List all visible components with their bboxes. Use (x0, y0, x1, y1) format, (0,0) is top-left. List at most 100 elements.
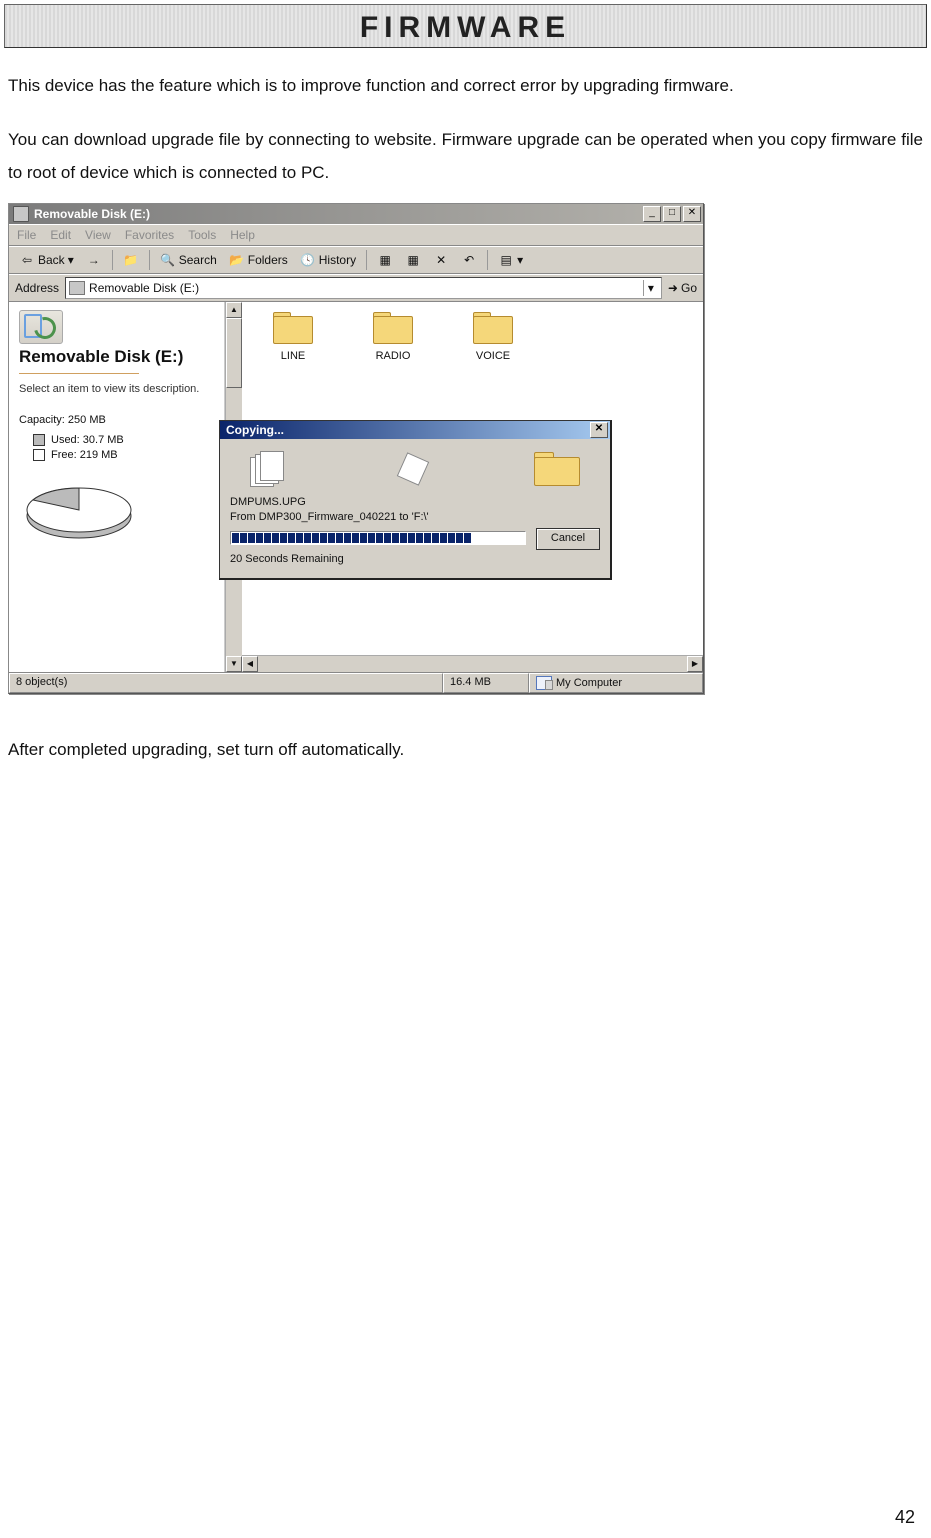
progress-bar (230, 531, 526, 545)
up-button[interactable]: 📁 (119, 251, 143, 269)
chevron-down-icon: ▾ (517, 253, 523, 267)
intro-paragraph-2: You can download upgrade file by connect… (8, 124, 923, 189)
from-prefix: From (230, 511, 256, 523)
maximize-button[interactable]: □ (663, 206, 681, 222)
go-icon: ➜ (668, 281, 678, 295)
swatch-used-icon (33, 434, 45, 446)
scroll-down-icon[interactable]: ▼ (226, 656, 242, 672)
moveto-button[interactable]: ▦ (373, 251, 397, 269)
disk-icon (13, 206, 29, 222)
folder-icon (273, 312, 313, 344)
to-path: 'F:\' (412, 511, 429, 523)
close-button[interactable]: ✕ (683, 206, 701, 222)
delete-button[interactable]: ✕ (429, 251, 453, 269)
search-button[interactable]: 🔍Search (156, 251, 221, 269)
status-size: 16.4 MB (443, 673, 529, 693)
status-location-label: My Computer (556, 677, 622, 689)
source-dents … (250, 451, 292, 487)
drive-logo-icon (19, 310, 63, 344)
history-button[interactable]: 🕓History (296, 251, 360, 269)
delete-icon: ✕ (433, 252, 449, 268)
copyto-button[interactable]: ▦ (401, 251, 425, 269)
moveto-icon: ▦ (377, 252, 393, 268)
from-path: DMP300_Firmware_040221 (259, 511, 397, 523)
used-label: Used: 30.7 MB (51, 434, 124, 446)
copy-remaining: 20 Seconds Remaining (230, 553, 600, 565)
folders-icon: 📂 (229, 252, 245, 268)
folders-button[interactable]: 📂Folders (225, 251, 292, 269)
my-computer-icon (536, 676, 552, 690)
undo-button[interactable]: ↶ (457, 251, 481, 269)
folder-label: VOICE (476, 350, 510, 362)
closing-paragraph: After completed upgrading, set turn off … (8, 734, 923, 766)
toolbar-sep (149, 250, 150, 270)
folder-voice[interactable]: VOICE (458, 312, 528, 362)
status-location: My Computer (529, 673, 703, 693)
forward-button[interactable]: → (82, 251, 106, 269)
copy-dialog-titlebar[interactable]: Copying... ✕ (220, 421, 610, 439)
menu-help[interactable]: Help (230, 228, 255, 242)
copy-path: From DMP300_Firmware_040221 to 'F:\' (230, 511, 600, 523)
search-label: Search (179, 253, 217, 267)
menu-file[interactable]: File (17, 228, 36, 242)
folders-label: Folders (248, 253, 288, 267)
views-icon: ▤ (498, 252, 514, 268)
copy-filename: DMPUMS.UPG (230, 496, 600, 508)
cancel-button[interactable]: Cancel (536, 528, 600, 550)
to-prefix: to (399, 511, 408, 523)
explorer-statusbar: 8 object(s) 16.4 MB My Computer (9, 672, 703, 693)
address-input[interactable]: Removable Disk (E:) ▾ (65, 277, 662, 299)
copy-animation (230, 445, 600, 493)
back-icon: ⇦ (19, 252, 35, 268)
sidebar-title: Removable Disk (E:) (19, 348, 214, 367)
history-icon: 🕓 (300, 252, 316, 268)
page-title: FIRMWARE (360, 11, 571, 44)
scroll-left-icon[interactable]: ◀ (242, 656, 258, 672)
undo-icon: ↶ (461, 252, 477, 268)
up-icon: 📁 (123, 252, 139, 268)
go-button[interactable]: ➜ Go (668, 281, 697, 295)
copy-dialog: Copying... ✕ DMPUMS.UPG From DMP300_Firm… (219, 420, 612, 580)
folder-radio[interactable]: RADIO (358, 312, 428, 362)
folder-line[interactable]: LINE (258, 312, 328, 362)
menu-view[interactable]: View (85, 228, 111, 242)
explorer-titlebar[interactable]: Removable Disk (E:) _ □ ✕ (9, 204, 703, 224)
dest-folder-icon (534, 452, 580, 486)
address-label: Address (15, 281, 59, 295)
scroll-up-icon[interactable]: ▲ (226, 302, 242, 318)
folder-label: RADIO (376, 350, 411, 362)
explorer-title: Removable Disk (E:) (34, 207, 643, 221)
forward-icon: → (86, 252, 102, 268)
legend-free: Free: 219 MB (33, 449, 214, 461)
copy-dialog-title: Copying... (226, 423, 590, 437)
views-button[interactable]: ▤▾ (494, 251, 527, 269)
content-hscrollbar[interactable]: ◀ ▶ (242, 655, 703, 672)
dialog-close-button[interactable]: ✕ (590, 422, 608, 438)
swatch-free-icon (33, 449, 45, 461)
explorer-window: Removable Disk (E:) _ □ ✕ File Edit View… (8, 203, 704, 694)
menu-edit[interactable]: Edit (50, 228, 71, 242)
back-button[interactable]: ⇦ Back ▾ (15, 251, 78, 269)
menu-favorites[interactable]: Favorites (125, 228, 174, 242)
pie-chart-icon (19, 482, 139, 544)
menu-tools[interactable]: Tools (188, 228, 216, 242)
scroll-right-icon[interactable]: ▶ (687, 656, 703, 672)
sidebar-panel: Removable Disk (E:) Select an item to vi… (9, 302, 225, 672)
intro-paragraph-1: This device has the feature which is to … (8, 70, 923, 102)
address-bar: Address Removable Disk (E:) ▾ ➜ Go (9, 274, 703, 302)
folder-icon (373, 312, 413, 344)
flying-doc-icon (397, 452, 430, 486)
sidebar-desc: Select an item to view its description. (19, 382, 214, 396)
address-value: Removable Disk (E:) (89, 281, 639, 295)
toolbar-sep (487, 250, 488, 270)
scroll-thumb[interactable] (226, 318, 242, 388)
minimize-button[interactable]: _ (643, 206, 661, 222)
copyto-icon: ▦ (405, 252, 421, 268)
search-icon: 🔍 (160, 252, 176, 268)
chevron-down-icon[interactable]: ▾ (643, 280, 658, 296)
page-title-bar: FIRMWARE (4, 4, 927, 48)
folder-icon (473, 312, 513, 344)
toolbar: ⇦ Back ▾ → 📁 🔍Search 📂Folders 🕓History ▦… (9, 246, 703, 274)
status-objects: 8 object(s) (9, 673, 443, 693)
disk-icon (69, 281, 85, 295)
